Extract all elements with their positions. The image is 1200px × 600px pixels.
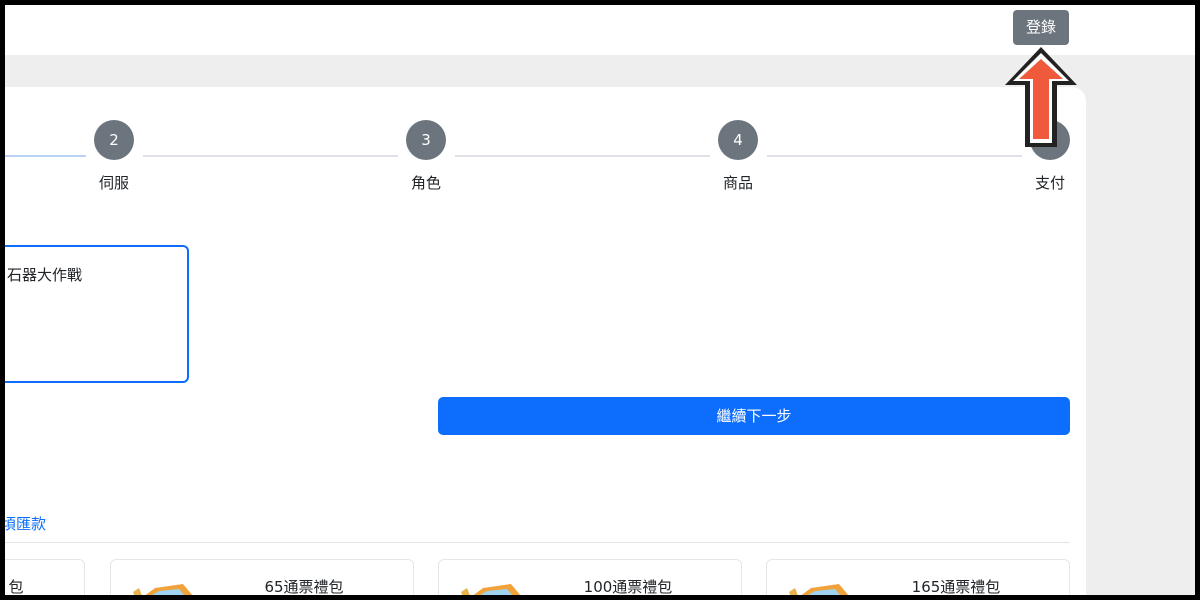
step-4-label: 商品 [722,174,753,192]
product-title: 100通票禮包 [583,578,673,595]
step-3-circle[interactable]: 3 [406,120,446,160]
payment-method-link[interactable]: 頃匯款 [5,513,46,534]
step-connector-3 [455,155,710,157]
step-connector-1 [5,155,86,157]
game-option-name: 石器大作戰 [7,266,83,284]
gift-pack-image [133,584,193,595]
product-card[interactable]: 65通票禮包 [110,559,414,595]
step-5-label: 支付 [1034,174,1065,192]
section-divider [5,542,1070,543]
product-card[interactable]: 165通票禮包 [766,559,1070,595]
step-2-circle[interactable]: 2 [94,120,134,160]
login-button[interactable]: 登錄 [1013,10,1069,45]
step-4-circle[interactable]: 4 [718,120,758,160]
up-arrow-annotation-icon [1005,47,1077,147]
product-title: 包 [8,578,24,595]
gift-pack-image [789,584,849,595]
step-3-label: 角色 [410,174,441,192]
product-card[interactable]: 100通票禮包 [438,559,742,595]
product-card[interactable]: 包 [5,559,85,595]
step-2-label: 伺服 [98,174,129,192]
product-title: 165通票禮包 [911,578,1001,595]
step-connector-2 [143,155,398,157]
browser-viewport: 登錄 2 伺服 3 角色 4 商品 支付 石器大作戰 繼續下一步 頃匯款 包 6… [5,5,1195,595]
next-step-button[interactable]: 繼續下一步 [438,397,1070,435]
product-title: 65通票禮包 [264,578,344,595]
step-connector-4 [767,155,1022,157]
gift-pack-image [461,584,521,595]
